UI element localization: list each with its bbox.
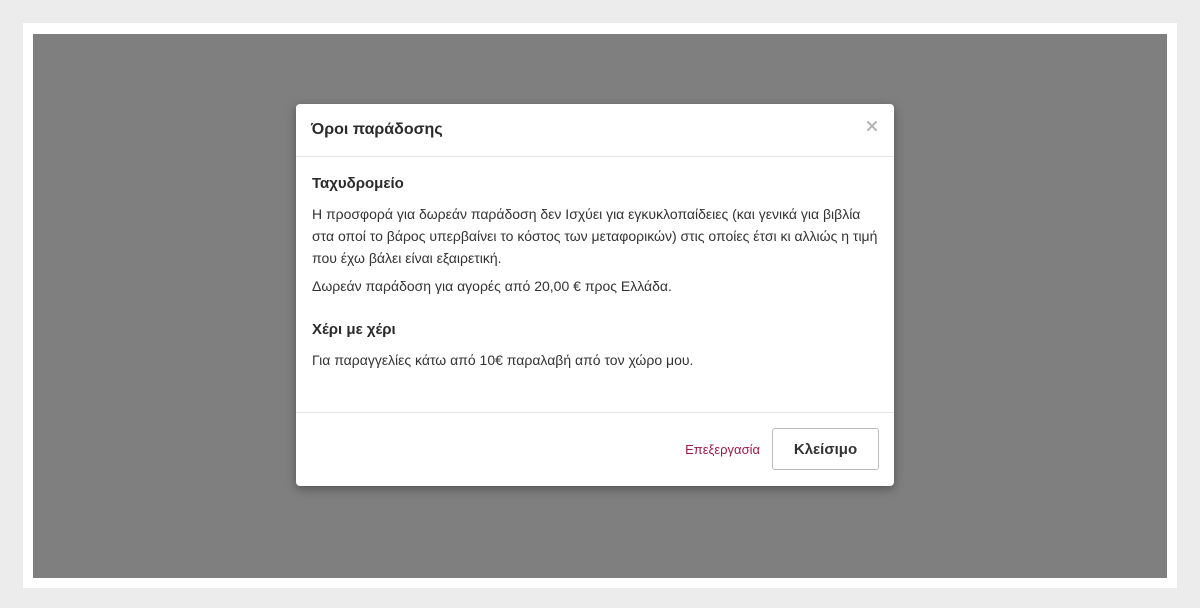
dialog-title: Όροι παράδοσης (311, 121, 443, 138)
close-button[interactable]: Κλείσιμο (772, 428, 879, 470)
dialog-body: Ταχυδρομείο Η προσφορά για δωρεάν παράδο… (296, 157, 894, 413)
close-x-button[interactable] (864, 118, 880, 134)
section-hand-delivery: Χέρι με χέρι Για παραγγελίες κάτω από 10… (312, 320, 878, 371)
dialog-header: Όροι παράδοσης (296, 104, 894, 157)
section-post: Ταχυδρομείο Η προσφορά για δωρεάν παράδο… (312, 174, 878, 297)
delivery-terms-dialog: Όροι παράδοσης Ταχυδρομείο Η προσφορά γι… (296, 104, 894, 486)
close-icon (867, 121, 877, 131)
section-paragraph: Για παραγγελίες κάτω από 10€ παραλαβή απ… (312, 352, 694, 368)
section-paragraph: Δωρεάν παράδοση για αγορές από 20,00 € π… (312, 278, 672, 294)
edit-link[interactable]: Επεξεργασία (685, 442, 760, 457)
dialog-footer: Επεξεργασία Κλείσιμο (296, 413, 894, 486)
section-heading: Ταχυδρομείο (312, 175, 404, 192)
section-paragraph: Η προσφορά για δωρεάν παράδοση δεν Ισχύε… (312, 206, 878, 266)
section-heading: Χέρι με χέρι (312, 321, 396, 338)
